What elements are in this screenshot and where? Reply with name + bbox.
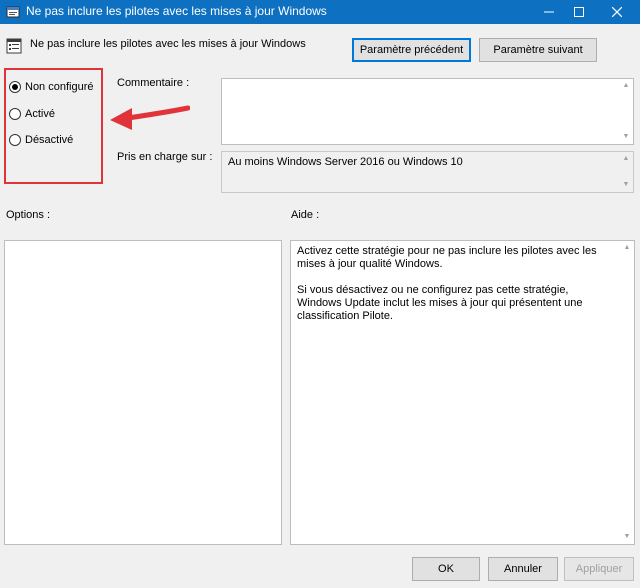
previous-setting-button[interactable]: Paramètre précédent <box>352 38 471 62</box>
close-button[interactable] <box>594 0 640 24</box>
close-icon <box>612 7 622 17</box>
supported-on-field: Au moins Windows Server 2016 ou Windows … <box>221 151 634 193</box>
radio-enabled[interactable]: Activé <box>9 108 55 120</box>
radio-button[interactable] <box>9 108 21 120</box>
radio-label: Désactivé <box>25 134 74 146</box>
scroll-up-icon[interactable]: ▲ <box>622 82 630 90</box>
window-title: Ne pas inclure les pilotes avec les mise… <box>26 4 327 18</box>
supported-on-value: Au moins Windows Server 2016 ou Windows … <box>228 156 463 168</box>
help-panel: Activez cette stratégie pour ne pas incl… <box>290 240 635 545</box>
ok-button[interactable]: OK <box>412 557 480 581</box>
cancel-button[interactable]: Annuler <box>488 557 558 581</box>
apply-button[interactable]: Appliquer <box>564 557 634 581</box>
help-scrollbar[interactable]: ▲ ▼ <box>620 241 634 544</box>
radio-label: Non configuré <box>25 81 94 93</box>
policy-window-icon <box>6 6 20 18</box>
radio-label: Activé <box>25 108 55 120</box>
scroll-down-icon[interactable]: ▼ <box>622 181 630 189</box>
scroll-up-icon[interactable]: ▲ <box>622 155 630 163</box>
red-arrow-annotation <box>110 105 190 130</box>
options-label: Options : <box>6 209 51 221</box>
title-bar: Ne pas inclure les pilotes avec les mise… <box>0 0 640 24</box>
help-label: Aide : <box>291 209 320 221</box>
options-panel <box>4 240 282 545</box>
next-setting-button[interactable]: Paramètre suivant <box>479 38 597 62</box>
policy-name: Ne pas inclure les pilotes avec les mise… <box>30 38 306 50</box>
help-paragraph: Si vous désactivez ou ne configurez pas … <box>297 284 583 322</box>
radio-button[interactable] <box>9 134 21 146</box>
help-text: Activez cette stratégie pour ne pas incl… <box>297 245 616 336</box>
supported-scrollbar[interactable]: ▲ ▼ <box>619 152 633 192</box>
scroll-down-icon[interactable]: ▼ <box>623 533 631 541</box>
comment-textarea[interactable]: ▲ ▼ <box>221 78 634 145</box>
help-paragraph: Activez cette stratégie pour ne pas incl… <box>297 245 597 270</box>
minimize-icon <box>544 11 554 13</box>
scroll-up-icon[interactable]: ▲ <box>623 244 631 252</box>
radio-not-configured[interactable]: Non configuré <box>9 81 94 93</box>
radio-disabled[interactable]: Désactivé <box>9 134 73 146</box>
radio-button[interactable] <box>9 81 21 93</box>
policy-setting-icon <box>6 38 22 54</box>
supported-on-label: Pris en charge sur : <box>117 151 213 163</box>
comment-label: Commentaire : <box>117 77 190 89</box>
radio-selected-dot <box>12 84 18 90</box>
comment-scrollbar[interactable]: ▲ ▼ <box>619 79 633 144</box>
scroll-down-icon[interactable]: ▼ <box>622 133 630 141</box>
maximize-icon <box>574 7 584 17</box>
